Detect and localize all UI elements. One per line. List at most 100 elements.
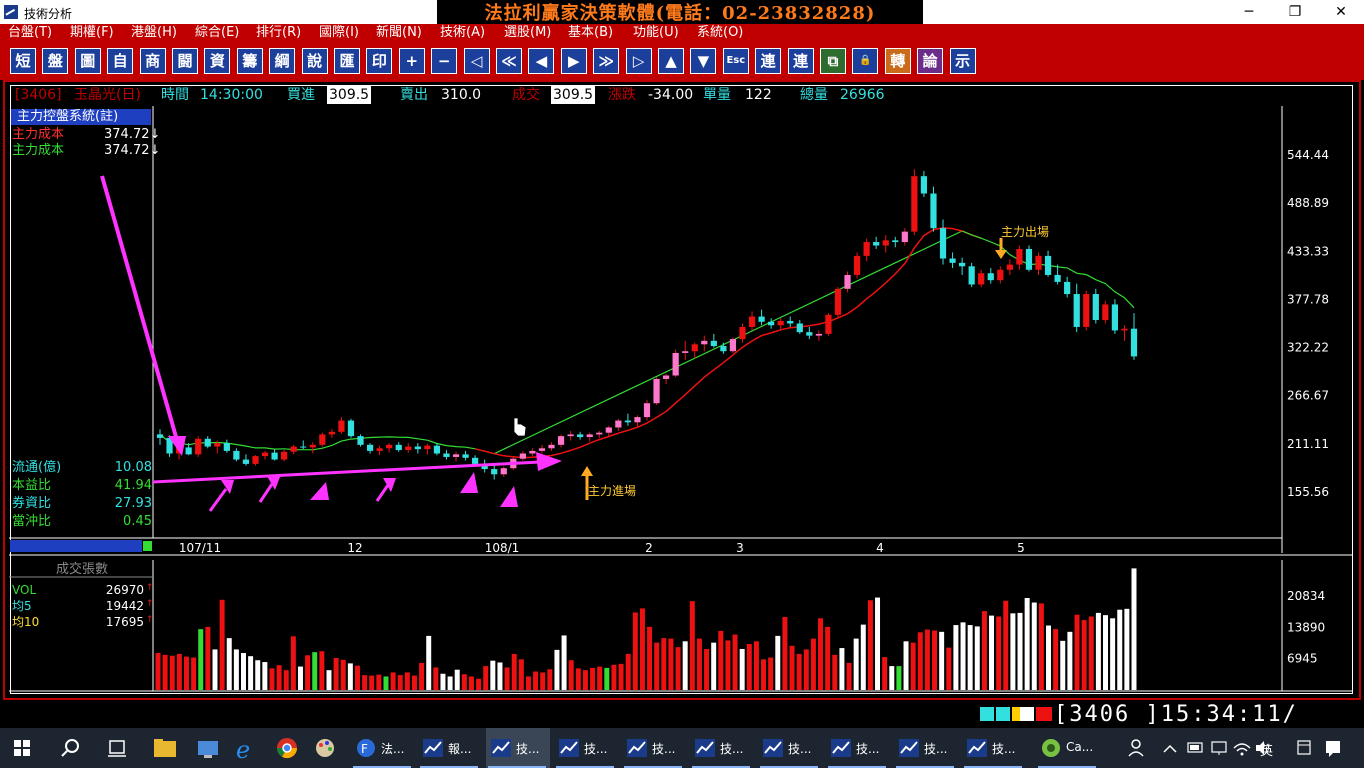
volume-bar-72 [668,638,674,690]
volume-bar-0 [155,653,161,690]
volume-up-arrow-0: ↑ [146,583,154,593]
taskbar-item-label: 技... [788,742,812,756]
volume-bar-82 [739,648,745,690]
volume-bar-113 [960,622,966,690]
taskbar-item-1[interactable]: 報... [418,728,482,768]
volume-bar-9 [219,599,225,690]
volume-bar-127 [1060,640,1066,690]
volume-bar-34 [397,675,403,690]
x-label-6: 5 [1017,541,1025,555]
notification-icon[interactable] [1326,741,1340,757]
x-label-5: 4 [876,541,884,555]
paint-app-icon[interactable] [316,739,334,757]
candle-body-14 [290,446,297,452]
volume-bar-5 [191,657,197,690]
search-icon[interactable] [61,739,79,757]
candle-body-27 [414,446,421,450]
taskbar-item-7[interactable]: 技... [826,728,890,768]
chevron-up-icon[interactable] [1163,744,1177,753]
volume-bar-129 [1074,614,1080,690]
file-explorer-icon[interactable] [154,739,176,757]
taskbar-item-4[interactable]: 技... [622,728,686,768]
main-force-exit-arrow-head [995,250,1007,259]
volume-bar-69 [647,626,653,690]
people-icon[interactable] [1128,739,1144,757]
taskbar-item-9[interactable]: 技... [962,728,1026,768]
volume-bar-66 [625,653,631,690]
main-force-system-title[interactable]: 主力控盤系統(註) [11,109,151,125]
status-block-yellow [1012,707,1020,721]
taskbar-item-0[interactable]: F 法... [351,728,415,768]
price-tick-4: 322.22 [1287,341,1329,355]
candle-body-80 [920,176,928,194]
taskbar-item-3[interactable]: 技... [554,728,618,768]
change-label: 漲跌 [608,87,636,103]
candle-body-86 [978,273,985,285]
candle-body-16 [309,444,316,448]
candle-body-58 [710,340,717,347]
network-app-icon[interactable] [198,741,218,758]
sell-label: 賣出 [400,87,428,103]
candle-body-48 [615,420,622,428]
volume-bar-103 [889,666,895,690]
calendar-icon[interactable] [1297,740,1311,755]
taskbar-item-label: 技... [856,742,880,756]
volume-bar-81 [732,634,738,690]
volume-bar-58 [568,660,574,690]
stock-code: [3406] [15,87,62,103]
volume-bar-54 [540,672,546,690]
volume-bar-8 [212,649,218,690]
volume-bar-38 [426,635,432,690]
magenta-up-arrow-1 [258,483,274,503]
battery-icon[interactable] [1187,742,1203,753]
volume-bar-124 [1038,603,1044,690]
volume-bar-86 [768,657,774,690]
candle-body-26 [405,446,412,451]
chart-app-icon [627,739,647,757]
candle-body-50 [634,417,641,423]
monitor-icon[interactable] [1211,741,1227,755]
main-cost-value-1: 374.72↓ [104,127,161,142]
magenta-arrow-line [100,175,180,445]
candle-body-13 [281,451,288,460]
taskbar-item-10[interactable]: Ca... [1036,728,1100,768]
taskbar-item-5[interactable]: 技... [690,728,754,768]
ime-indicator[interactable]: 英 [1260,740,1273,759]
x-label-4: 3 [736,541,744,555]
hand-cursor-icon [513,417,527,437]
volume-bar-121 [1017,612,1023,690]
start-icon[interactable] [14,740,30,756]
candle-body-33 [472,457,479,464]
wifi-icon[interactable] [1233,743,1251,756]
volume-bar-107 [917,632,923,690]
candle-body-73 [853,255,861,275]
price-chart[interactable]: 544.44 488.89 433.33 377.78 322.22 266.67 211.… [0,0,1364,700]
chrome-icon[interactable] [276,738,298,759]
volume-bar-30 [369,675,375,690]
volume-up-arrow-1: ↑ [146,599,154,609]
volume-bar-1 [162,654,168,690]
candle-body-52 [653,378,660,404]
sell-value: 310.0 [441,87,482,103]
candle-body-9 [242,459,250,464]
volume-bar-79 [718,630,724,690]
deal-value: 309.5 [551,86,596,104]
candle-body-22 [366,444,374,451]
candle-body-77 [892,240,899,243]
volume-bar-93 [818,618,824,690]
candle-body-5 [204,438,211,447]
taskbar-item-8[interactable]: 技... [894,728,958,768]
candle-body-7 [223,443,230,451]
volume-bar-32 [383,676,389,690]
stat-label-3: 當沖比 [12,514,52,529]
ie-browser-icon[interactable]: e [236,736,250,764]
candle-body-17 [319,434,326,445]
taskbar-item-6[interactable]: 技... [758,728,822,768]
volume-bar-117 [989,615,995,690]
task-view-icon[interactable] [108,740,126,757]
volume-bar-83 [746,644,752,690]
candle-body-12 [271,452,278,460]
main-force-exit-label: 主力出場 [1001,225,1050,239]
taskbar-item-2[interactable]: 技... [486,728,550,768]
candle-body-31 [452,454,460,457]
